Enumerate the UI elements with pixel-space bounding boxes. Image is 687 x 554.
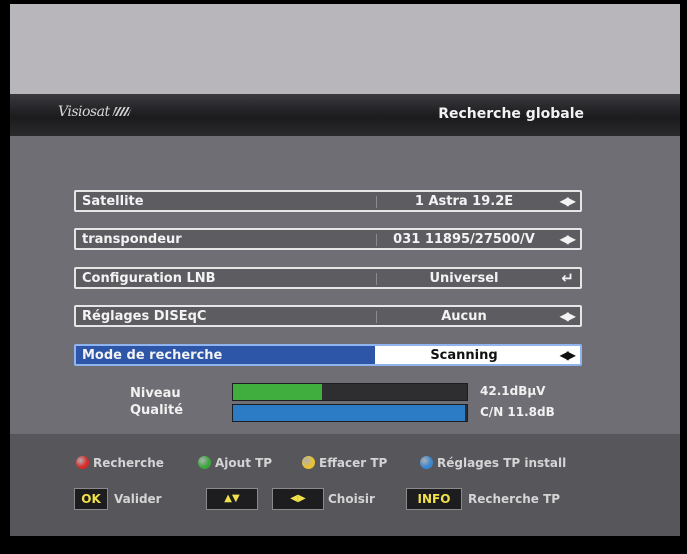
tv-frame: Visiosat Recherche globale Satellite 1 A… xyxy=(10,4,680,536)
tv-screen: Visiosat Recherche globale Satellite 1 A… xyxy=(0,0,687,554)
quality-bar-fill xyxy=(233,405,465,421)
top-area xyxy=(10,4,680,94)
page-title: Recherche globale xyxy=(438,106,584,122)
row-reglages-diseqc[interactable]: Réglages DISEqC Aucun ◀▶ xyxy=(74,305,582,327)
ok-key-label: Valider xyxy=(114,492,162,506)
enter-icon[interactable]: ↵ xyxy=(561,269,574,287)
green-button-icon xyxy=(198,456,211,469)
info-key-label: Recherche TP xyxy=(468,492,561,506)
row-value: 1 Astra 19.2E xyxy=(414,194,514,209)
legend-ajout-tp: Ajout TP xyxy=(198,456,272,470)
settings-panel: Satellite 1 Astra 19.2E ◀▶ transpondeur … xyxy=(10,136,680,434)
quality-label: Qualité xyxy=(130,403,184,418)
header-bar: Visiosat Recherche globale xyxy=(10,94,680,136)
left-right-key-icon: ◀▶ xyxy=(272,488,324,510)
left-right-arrows-icon[interactable]: ◀▶ xyxy=(560,348,577,362)
row-label: Satellite xyxy=(82,194,144,209)
row-value: 031 11895/27500/V xyxy=(393,232,535,247)
brand-logo: Visiosat xyxy=(58,104,132,120)
left-right-arrows-icon[interactable]: ◀▶ xyxy=(560,232,577,246)
left-right-arrows-icon[interactable]: ◀▶ xyxy=(560,309,577,323)
row-label: transpondeur xyxy=(82,232,182,247)
row-separator xyxy=(376,196,377,208)
row-label: Configuration LNB xyxy=(82,271,216,286)
row-separator xyxy=(376,273,377,285)
row-value: Scanning xyxy=(430,348,498,363)
info-key: INFO xyxy=(406,488,462,510)
quality-value: C/N 11.8dB xyxy=(480,405,555,419)
quality-bar xyxy=(232,404,468,422)
logo-mark-icon xyxy=(111,107,132,116)
row-value: Universel xyxy=(429,271,499,286)
up-down-arrows-icon: ▲▼ xyxy=(206,488,258,510)
left-right-arrows-icon[interactable]: ◀▶ xyxy=(560,194,577,208)
row-label: Réglages DISEqC xyxy=(82,309,207,324)
row-separator xyxy=(376,311,377,323)
yellow-button-icon xyxy=(302,456,315,469)
row-satellite[interactable]: Satellite 1 Astra 19.2E ◀▶ xyxy=(74,190,582,212)
choisir-label: Choisir xyxy=(328,492,375,506)
row-mode-de-recherche[interactable]: Mode de recherche Scanning ◀▶ xyxy=(74,344,582,366)
legend-reglages-tp-install: Réglages TP install xyxy=(420,456,566,470)
row-transpondeur[interactable]: transpondeur 031 11895/27500/V ◀▶ xyxy=(74,228,582,250)
ok-key: OK xyxy=(74,488,108,510)
legend-recherche: Recherche xyxy=(76,456,164,470)
row-configuration-lnb[interactable]: Configuration LNB Universel ↵ xyxy=(74,267,582,289)
level-label: Niveau xyxy=(130,386,181,401)
level-value: 42.1dBµV xyxy=(480,384,546,398)
level-bar-fill xyxy=(233,384,322,400)
level-bar xyxy=(232,383,468,401)
row-value: Aucun xyxy=(441,309,487,324)
legend-effacer-tp: Effacer TP xyxy=(302,456,387,470)
row-label: Mode de recherche xyxy=(82,348,223,363)
blue-button-icon xyxy=(420,456,433,469)
red-button-icon xyxy=(76,456,89,469)
footer-help: Recherche Ajout TP Effacer TP Réglages T… xyxy=(10,434,680,536)
row-separator xyxy=(376,234,377,246)
